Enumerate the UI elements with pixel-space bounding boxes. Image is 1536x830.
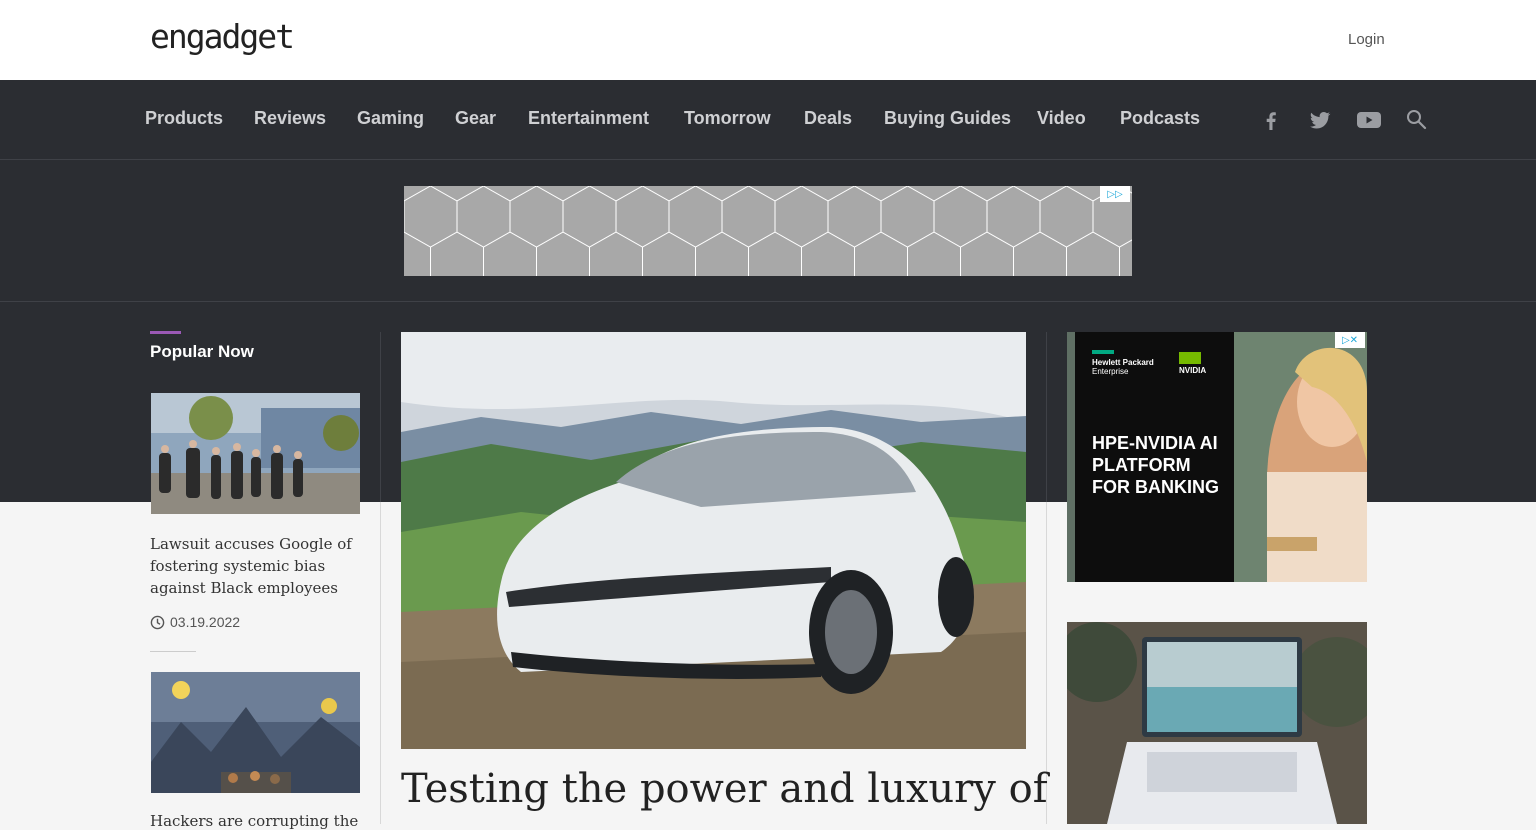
login-link[interactable]: Login [1348, 31, 1385, 48]
nav-item-deals[interactable]: Deals [804, 108, 852, 129]
banner-ad[interactable]: ▷▷ [404, 186, 1132, 276]
ad-headline: HPE-NVIDIA AI PLATFORM FOR BANKING [1092, 433, 1219, 497]
hpe-logo-subtext: Enterprise [1092, 367, 1129, 376]
nvidia-logo-text: NVIDIA [1179, 366, 1207, 375]
nav-item-gaming[interactable]: Gaming [357, 108, 424, 129]
facebook-icon[interactable] [1259, 108, 1283, 132]
article-thumbnail-google[interactable] [151, 393, 360, 514]
column-divider-left [380, 332, 381, 502]
twitter-icon[interactable] [1308, 108, 1332, 132]
clock-icon [150, 615, 165, 629]
hpe-logo-bar [1092, 350, 1114, 354]
article-headline[interactable]: Lawsuit accuses Google of fostering syst… [150, 533, 362, 599]
youtube-icon[interactable] [1356, 108, 1381, 132]
search-icon[interactable] [1405, 108, 1429, 132]
hpe-logo: Hewlett Packard Enterprise [1092, 350, 1154, 376]
svg-text:engadget: engadget [150, 18, 293, 56]
popular-accent-bar [150, 331, 181, 334]
nav-item-podcasts[interactable]: Podcasts [1120, 108, 1200, 129]
popular-now-heading: Popular Now [150, 342, 254, 361]
adchoices-icon[interactable]: ▷▷ [1100, 186, 1130, 202]
article-date-text: 03.19.2022 [170, 614, 241, 630]
article-thumbnail-game[interactable] [151, 672, 360, 793]
nav-item-gear[interactable]: Gear [455, 108, 496, 129]
hpe-logo-text: Hewlett Packard [1092, 358, 1154, 367]
nav-item-products[interactable]: Products [145, 108, 223, 129]
nav-divider [0, 301, 1536, 302]
hero-headline[interactable]: Testing the power and luxury of [401, 766, 1048, 812]
article-headline-2[interactable]: Hackers are corrupting the [150, 812, 358, 830]
nav-item-reviews[interactable]: Reviews [254, 108, 326, 129]
nvidia-logo: NVIDIA [1179, 352, 1206, 375]
laptop-article-image[interactable] [1067, 622, 1367, 824]
nav-item-buying-guides[interactable]: Buying Guides [884, 108, 1011, 129]
article-date: 03.19.2022 [150, 614, 240, 630]
main-nav: Products Reviews Gaming Gear Entertainme… [0, 80, 1536, 160]
nav-item-video[interactable]: Video [1037, 108, 1086, 129]
hpe-nvidia-ad[interactable]: Hewlett Packard Enterprise NVIDIA HPE-NV… [1067, 332, 1367, 582]
column-divider-left-lower [380, 502, 381, 824]
top-bar: engadget Login [0, 0, 1536, 80]
article-separator [150, 651, 196, 652]
hero-image[interactable] [401, 332, 1026, 749]
nav-item-entertainment[interactable]: Entertainment [528, 108, 649, 129]
nvidia-logo-mark [1179, 352, 1201, 364]
column-divider-right [1046, 332, 1047, 502]
ad-close-icon[interactable]: ▷✕ [1335, 332, 1365, 348]
nav-item-tomorrow[interactable]: Tomorrow [684, 108, 771, 129]
engadget-logo[interactable]: engadget [150, 17, 305, 60]
